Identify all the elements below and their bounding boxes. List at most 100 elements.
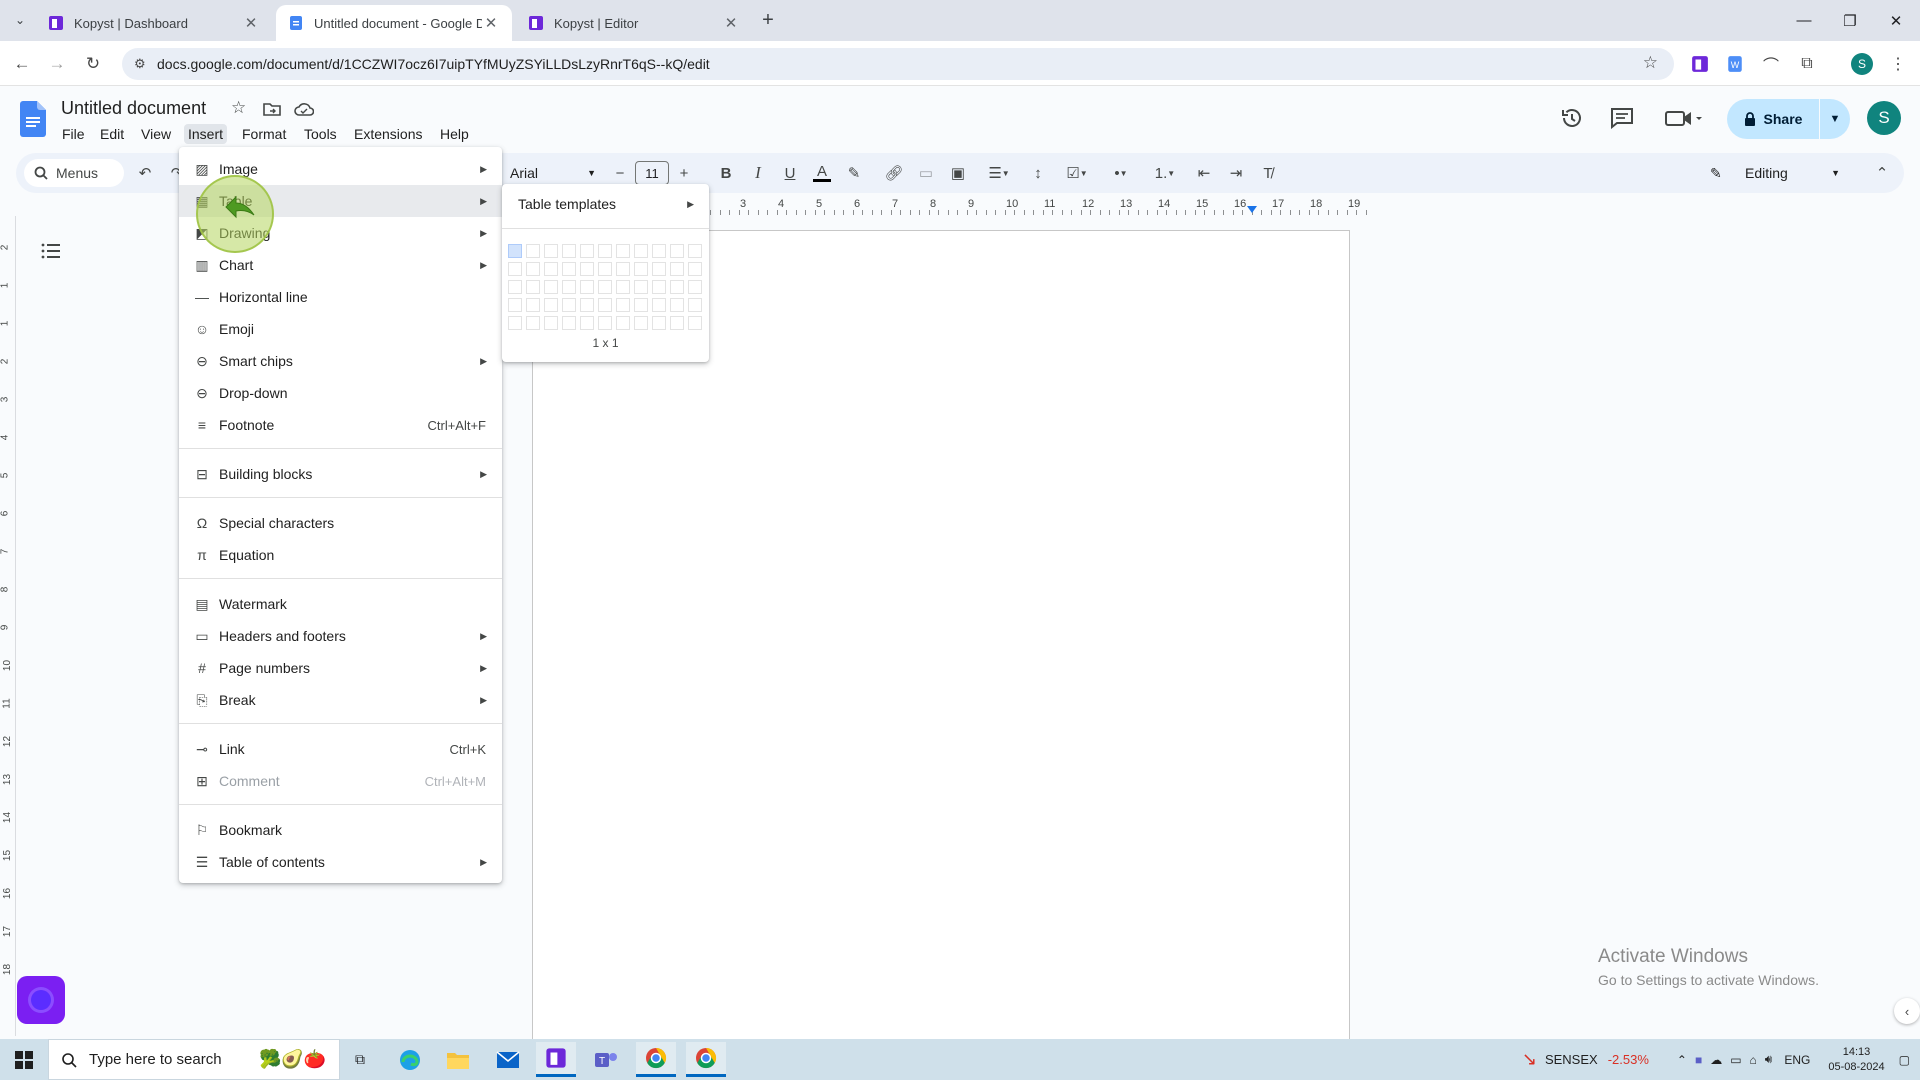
insert-menu-item-bookmark[interactable]: ⚐ Bookmark — [179, 814, 502, 846]
onedrive-icon[interactable]: ☁ — [1710, 1053, 1722, 1067]
table-grid-cell[interactable] — [526, 280, 540, 294]
insert-menu-item-chart[interactable]: ▥ Chart ▶ — [179, 249, 502, 281]
table-grid-cell[interactable] — [652, 298, 666, 312]
meet-video-icon[interactable] — [1665, 109, 1703, 127]
insert-menu-item-smart-chips[interactable]: ⊖ Smart chips ▶ — [179, 345, 502, 377]
table-grid-cell[interactable] — [688, 316, 702, 330]
volume-icon[interactable]: 🔊︎ — [1765, 1052, 1773, 1067]
new-tab-button[interactable]: + — [756, 8, 780, 32]
document-title[interactable]: Untitled document — [61, 98, 206, 119]
table-grid-cell[interactable] — [580, 262, 594, 276]
table-grid-cell[interactable] — [616, 298, 630, 312]
battery-icon[interactable]: ▭ — [1730, 1053, 1741, 1067]
taskbar-search-box[interactable]: Type here to search 🥦🥑🍅 — [48, 1039, 340, 1080]
table-grid-cell[interactable] — [544, 280, 558, 294]
insert-menu-item-link[interactable]: ⊸ Link Ctrl+K — [179, 733, 502, 765]
italic-icon[interactable]: I — [746, 161, 770, 185]
chrome-profile-s-icon[interactable] — [686, 1042, 726, 1077]
insert-menu-item-equation[interactable]: π Equation — [179, 539, 502, 571]
table-grid-cell[interactable] — [562, 298, 576, 312]
browser-menu-icon[interactable]: ⋮ — [1887, 53, 1909, 75]
font-family-select[interactable]: Arial ▼ — [510, 161, 596, 185]
table-grid-cell[interactable] — [616, 280, 630, 294]
bulleted-list-icon[interactable]: • ▼ — [1104, 161, 1138, 185]
underline-icon[interactable]: U — [778, 161, 802, 185]
table-grid-cell[interactable] — [652, 280, 666, 294]
table-grid-cell[interactable] — [688, 280, 702, 294]
insert-menu-item-building-blocks[interactable]: ⊟ Building blocks ▶ — [179, 458, 502, 490]
cloud-saved-icon[interactable] — [294, 102, 314, 116]
insert-menu-item-drop-down[interactable]: ⊖ Drop-down — [179, 377, 502, 409]
table-grid-cell[interactable] — [634, 316, 648, 330]
menu-file[interactable]: File — [58, 124, 89, 144]
side-panel-toggle[interactable]: ‹ — [1894, 998, 1920, 1024]
table-grid-cell[interactable] — [670, 316, 684, 330]
table-grid-cell[interactable] — [634, 262, 648, 276]
forward-button[interactable]: → — [43, 50, 71, 78]
address-bar[interactable]: ⚙ docs.google.com/document/d/1CCZWI7ocz6… — [122, 48, 1674, 80]
clear-formatting-icon[interactable]: T̸ — [1256, 161, 1280, 185]
insert-menu-item-page-numbers[interactable]: # Page numbers ▶ — [179, 652, 502, 684]
insert-menu-item-watermark[interactable]: ▤ Watermark — [179, 588, 502, 620]
table-grid-cell[interactable] — [562, 316, 576, 330]
menu-extensions[interactable]: Extensions — [350, 124, 426, 144]
checklist-icon[interactable]: ☑ ▼ — [1060, 161, 1094, 185]
table-grid-cell[interactable] — [670, 262, 684, 276]
highlight-color-icon[interactable]: ✎ — [842, 161, 866, 185]
word-extension-icon[interactable]: W — [1724, 53, 1746, 75]
add-comment-icon[interactable]: ▭ — [914, 161, 938, 185]
decrease-indent-icon[interactable]: ⇤ — [1192, 161, 1216, 185]
extensions-puzzle-icon[interactable]: ⧉ — [1796, 53, 1818, 75]
decrease-font-size-icon[interactable]: − — [610, 161, 630, 185]
comments-icon[interactable] — [1610, 107, 1634, 129]
close-window-button[interactable]: ✕ — [1873, 0, 1919, 41]
table-grid-cell[interactable] — [652, 262, 666, 276]
google-docs-logo-icon[interactable] — [20, 101, 46, 137]
bold-icon[interactable]: B — [714, 161, 738, 185]
minimize-window-button[interactable]: — — [1781, 0, 1827, 41]
restore-window-button[interactable]: ❐ — [1827, 0, 1873, 41]
hide-menus-icon[interactable]: ⌃ — [1870, 161, 1894, 185]
browser-tab-google-docs[interactable]: Untitled document - Google Docs ✕ — [276, 5, 512, 41]
notifications-icon[interactable]: ▢ — [1899, 1053, 1910, 1067]
insert-menu-item-break[interactable]: ⎘ Break ▶ — [179, 684, 502, 716]
table-grid-cell[interactable] — [580, 298, 594, 312]
table-grid-cell[interactable] — [616, 244, 630, 258]
table-grid-cell[interactable] — [562, 280, 576, 294]
clock[interactable]: 14:13 05-08-2024 — [1828, 1045, 1884, 1075]
table-grid-cell[interactable] — [634, 244, 648, 258]
font-size-input[interactable]: 11 — [635, 161, 669, 185]
table-grid-cell[interactable] — [526, 298, 540, 312]
back-button[interactable]: ← — [8, 50, 36, 78]
close-tab-icon[interactable]: ✕ — [722, 14, 740, 32]
undo-icon[interactable]: ↶ — [134, 161, 156, 185]
teams-tray-icon[interactable]: ■ — [1695, 1053, 1702, 1067]
kopyst-extension-icon[interactable] — [1689, 53, 1711, 75]
table-grid-cell[interactable] — [508, 280, 522, 294]
menu-view[interactable]: View — [137, 124, 175, 144]
table-grid-cell[interactable] — [598, 244, 612, 258]
menu-tools[interactable]: Tools — [300, 124, 341, 144]
arc-extension-icon[interactable]: ⌒ — [1760, 53, 1782, 75]
table-grid-cell[interactable] — [652, 244, 666, 258]
sensex-chart-icon[interactable]: ↘ — [1522, 1049, 1537, 1070]
show-hidden-icons-icon[interactable]: ⌃ — [1677, 1053, 1687, 1067]
insert-menu-item-footnote[interactable]: ≡ Footnote Ctrl+Alt+F — [179, 409, 502, 441]
share-button[interactable]: Share — [1727, 99, 1819, 139]
reload-button[interactable]: ↻ — [79, 50, 107, 78]
table-grid-cell[interactable] — [562, 262, 576, 276]
table-grid-cell[interactable] — [616, 262, 630, 276]
insert-image-icon[interactable]: ▣ — [946, 161, 970, 185]
version-history-icon[interactable] — [1560, 106, 1584, 130]
table-grid-cell[interactable] — [670, 244, 684, 258]
share-dropdown-button[interactable]: ▼ — [1820, 99, 1850, 139]
line-spacing-icon[interactable]: ↕ — [1026, 161, 1050, 185]
browser-tab-kopyst-editor[interactable]: Kopyst | Editor ✕ — [516, 5, 752, 41]
table-grid-cell[interactable] — [526, 244, 540, 258]
insert-menu-item-table-of-contents[interactable]: ☰ Table of contents ▶ — [179, 846, 502, 878]
table-grid-cell[interactable] — [508, 298, 522, 312]
teams-icon[interactable]: T — [586, 1042, 626, 1077]
table-grid-cell[interactable] — [598, 298, 612, 312]
move-folder-icon[interactable] — [263, 101, 281, 117]
table-grid-cell[interactable] — [544, 262, 558, 276]
